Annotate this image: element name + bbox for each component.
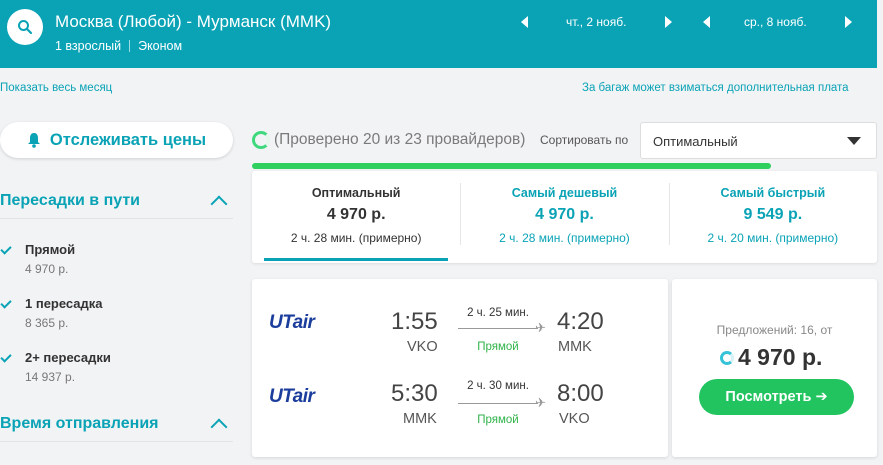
arrival-time: 8:00 [557,380,604,407]
flight-duration: 2 ч. 30 мин. [467,380,529,392]
flight-line [458,403,538,404]
departure-time-filter-title[interactable]: Время отправления [0,415,159,433]
arrival-airport: VKO [559,411,590,427]
checkbox-checked-icon[interactable] [0,352,12,364]
bell-icon [27,133,40,148]
loading-spinner-icon [252,131,270,149]
baggage-fee-link[interactable]: За багаж может взиматься дополнительная … [582,82,849,94]
next-return-date-icon[interactable] [844,16,852,28]
return-date-nav: ср., 8 нояб. [703,15,852,29]
depart-date-nav: чт., 2 нояб. [521,15,673,29]
plane-icon: ✈ [535,320,546,335]
tab-price: 4 970 р. [326,206,386,223]
search-button[interactable] [7,9,43,45]
return-date[interactable]: ср., 8 нояб. [744,15,807,29]
tab-price: 9 549 р. [743,206,803,223]
track-prices-button[interactable]: Отслеживать цены [0,122,233,158]
stop-price: 14 937 р. [25,370,76,384]
depart-date[interactable]: чт., 2 нояб. [566,15,626,29]
track-prices-label: Отслеживать цены [49,130,207,149]
active-tab-indicator [264,258,448,261]
search-progress-fill [252,163,771,169]
stop-label: 2+ пересадки [25,350,111,365]
departure-time: 5:30 [391,380,438,407]
offers-count: Предложений: 16, от [716,323,833,337]
search-header: Москва (Любой) - Мурманск (MMK) 1 взросл… [0,0,877,68]
stop-price: 4 970 р. [25,262,69,276]
tab-optimal[interactable]: Оптимальный 4 970 р. 2 ч. 28 мин. (приме… [252,171,460,263]
departure-airport: VKO [407,339,438,355]
cabin-class[interactable]: Эконом [138,39,182,53]
sort-tabs: Оптимальный 4 970 р. 2 ч. 28 мин. (приме… [252,171,877,263]
departure-airport: MMK [403,411,437,427]
departure-time: 1:55 [391,308,438,335]
passengers-count[interactable]: 1 взрослый [55,39,121,53]
route-title[interactable]: Москва (Любой) - Мурманск (MMK) [55,12,331,32]
next-depart-date-icon[interactable] [665,16,673,28]
ticket-price: 4 970 р. [738,344,823,370]
tab-label: Самый быстрый [720,186,826,200]
checkbox-checked-icon[interactable] [0,298,12,310]
arrival-airport: MMK [558,339,592,355]
meta-divider [129,40,131,52]
sort-value: Оптимальный [653,134,738,149]
flight-type: Прямой [477,414,519,426]
chevron-up-icon[interactable] [210,195,228,213]
plane-icon: ✈ [535,395,546,410]
prev-return-date-icon[interactable] [703,16,710,28]
tab-label: Самый дешевый [511,186,618,200]
airline-logo: UTair [269,386,315,407]
search-progress-bar [252,163,877,169]
checkbox-checked-icon[interactable] [0,244,12,256]
search-icon [18,20,33,35]
loading-spinner-icon [720,350,734,365]
tab-duration: 2 ч. 28 мин. (примерно) [499,231,630,245]
tab-label: Оптимальный [311,186,401,200]
tab-fastest[interactable]: Самый быстрый 9 549 р. 2 ч. 20 мин. (при… [668,171,877,263]
sort-select[interactable]: Оптимальный [640,122,877,159]
sort-label: Сортировать по [540,133,629,147]
chevron-up-icon[interactable] [210,418,228,436]
flight-type: Прямой [477,341,519,353]
flight-line [458,328,538,329]
airline-logo: UTair [269,312,315,333]
flight-duration: 2 ч. 25 мин. [467,307,529,319]
caret-down-icon [847,137,861,145]
tab-duration: 2 ч. 20 мин. (примерно) [707,231,839,245]
view-deal-button[interactable]: Посмотреть ➔ [699,379,854,415]
section-divider [0,441,233,442]
stop-price: 8 365 р. [25,316,69,330]
stop-label: 1 пересадка [25,296,103,311]
providers-checked-status: (Проверено 20 из 23 провайдеров) [274,131,526,148]
stop-label: Прямой [25,242,76,257]
prev-depart-date-icon[interactable] [521,16,528,28]
arrival-time: 4:20 [557,308,604,335]
price-row: 4 970 р. [720,344,822,371]
stops-filter-title[interactable]: Пересадки в пути [0,192,140,210]
tab-price: 4 970 р. [535,206,594,223]
flight-result-card[interactable]: UTair 1:55 VKO 2 ч. 25 мин. ✈ Прямой 4:2… [252,279,668,457]
section-divider [0,218,233,219]
show-month-link[interactable]: Показать весь месяц [0,82,112,94]
tab-duration: 2 ч. 28 мин. (примерно) [290,231,422,245]
trip-meta[interactable]: 1 взрослый Эконом [55,39,182,53]
price-panel: Предложений: 16, от 4 970 р. Посмотреть … [672,279,877,457]
tab-cheapest[interactable]: Самый дешевый 4 970 р. 2 ч. 28 мин. (при… [460,171,668,263]
